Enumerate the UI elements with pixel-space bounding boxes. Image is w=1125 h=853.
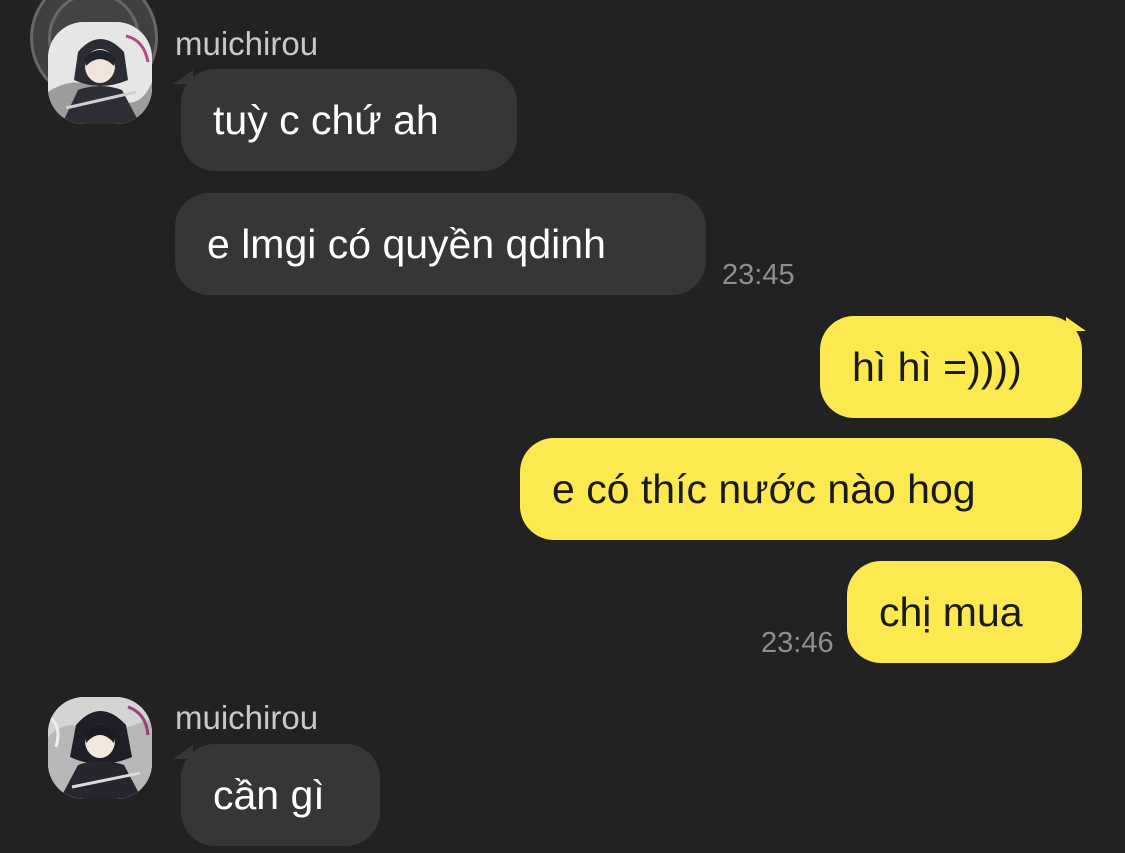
message-timestamp: 23:46: [761, 627, 834, 659]
message-bubble-outgoing[interactable]: e có thíc nước nào hog: [520, 438, 1082, 540]
message-bubble-incoming[interactable]: e lmgi có quyền qdinh: [175, 193, 706, 295]
message-bubble-outgoing[interactable]: chị mua: [847, 561, 1082, 663]
message-text: cần gì: [213, 772, 325, 818]
avatar-image: [48, 22, 152, 124]
message-text: tuỳ c chứ ah: [213, 97, 439, 143]
sender-name: muichirou: [175, 699, 319, 736]
message-text: e lmgi có quyền qdinh: [207, 221, 606, 267]
avatar[interactable]: [48, 697, 152, 799]
sender-name: muichirou: [175, 25, 319, 62]
message-text: chị mua: [879, 589, 1023, 635]
message-bubble-incoming[interactable]: tuỳ c chứ ah: [181, 69, 517, 171]
message-bubble-outgoing[interactable]: hì hì =)))): [820, 316, 1082, 418]
message-timestamp: 23:45: [722, 259, 795, 291]
avatar[interactable]: [48, 22, 152, 124]
message-bubble-incoming[interactable]: cần gì: [181, 744, 380, 846]
message-text: hì hì =)))): [852, 344, 1022, 390]
avatar-image: [48, 697, 152, 799]
message-text: e có thíc nước nào hog: [552, 466, 976, 512]
